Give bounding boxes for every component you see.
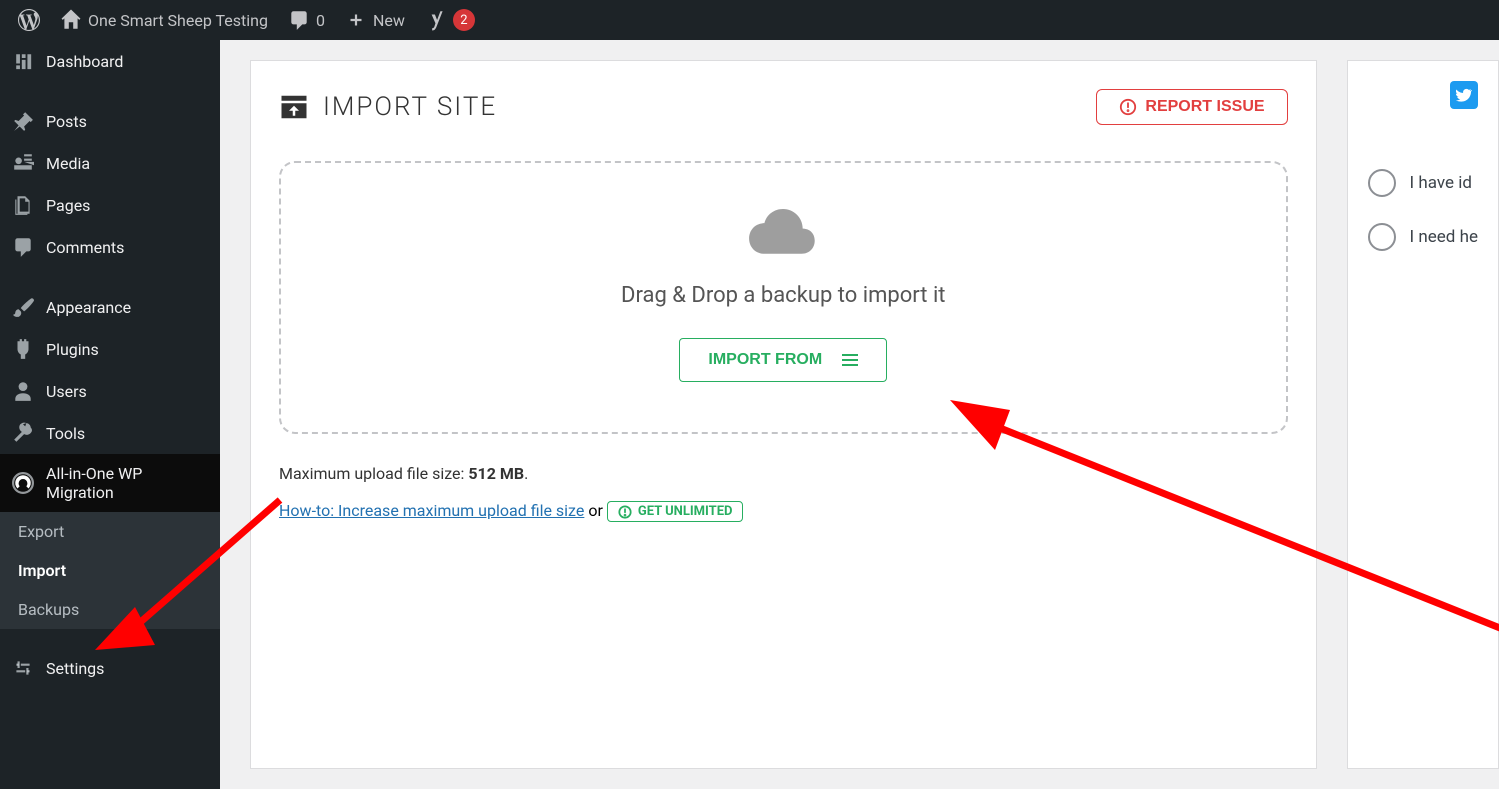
users-icon xyxy=(12,380,34,402)
twitter-icon xyxy=(1456,87,1472,103)
comment-icon xyxy=(288,9,310,31)
dashboard-icon xyxy=(12,50,34,72)
media-icon xyxy=(12,152,34,174)
menu-appearance[interactable]: Appearance xyxy=(0,286,220,328)
comments-link[interactable]: 0 xyxy=(278,0,335,40)
feedback-card: I have id I need he xyxy=(1347,60,1499,769)
plugin-icon xyxy=(12,338,34,360)
import-site-icon xyxy=(279,92,309,122)
home-icon xyxy=(60,9,82,31)
menu-settings[interactable]: Settings xyxy=(0,647,220,689)
alert-icon xyxy=(1119,98,1137,116)
twitter-button[interactable] xyxy=(1450,81,1478,109)
drop-instruction: Drag & Drop a backup to import it xyxy=(301,283,1266,308)
wp-logo[interactable] xyxy=(8,0,50,40)
ai1wm-icon xyxy=(12,472,34,494)
menu-dashboard[interactable]: Dashboard xyxy=(0,40,220,82)
import-card: IMPORT SITE REPORT ISSUE Drag & Drop a b… xyxy=(250,60,1317,769)
import-from-button[interactable]: IMPORT FROM xyxy=(679,338,887,382)
yoast-icon xyxy=(425,9,447,31)
menu-pages[interactable]: Pages xyxy=(0,184,220,226)
info-icon xyxy=(618,505,632,519)
notification-badge: 2 xyxy=(453,9,475,31)
feedback-option-1[interactable]: I have id xyxy=(1368,169,1478,197)
submenu-import[interactable]: Import xyxy=(0,551,220,590)
report-issue-button[interactable]: REPORT ISSUE xyxy=(1096,89,1287,125)
settings-icon xyxy=(12,657,34,679)
menu-ai1wm[interactable]: All-in-One WP Migration xyxy=(0,454,220,512)
admin-sidebar: Dashboard Posts Media Pages Comments App… xyxy=(0,40,220,789)
site-name-link[interactable]: One Smart Sheep Testing xyxy=(50,0,278,40)
yoast-link[interactable]: 2 xyxy=(415,0,485,40)
hamburger-icon xyxy=(842,351,858,369)
new-link[interactable]: New xyxy=(335,0,415,40)
menu-comments[interactable]: Comments xyxy=(0,226,220,268)
dropzone[interactable]: Drag & Drop a backup to import it IMPORT… xyxy=(279,161,1288,434)
radio-icon xyxy=(1368,223,1396,251)
brush-icon xyxy=(12,296,34,318)
submenu-backups[interactable]: Backups xyxy=(0,590,220,629)
site-name-text: One Smart Sheep Testing xyxy=(88,11,268,30)
pin-icon xyxy=(12,110,34,132)
max-upload-size: Maximum upload file size: 512 MB. xyxy=(279,464,1288,483)
comment-count: 0 xyxy=(316,11,325,30)
howto-row: How-to: Increase maximum upload file siz… xyxy=(279,501,1288,522)
menu-media[interactable]: Media xyxy=(0,142,220,184)
tools-icon xyxy=(12,422,34,444)
menu-users[interactable]: Users xyxy=(0,370,220,412)
cloud-upload-icon xyxy=(748,203,818,263)
new-label: New xyxy=(373,11,405,30)
menu-posts[interactable]: Posts xyxy=(0,100,220,142)
page-title: IMPORT SITE xyxy=(279,92,497,122)
wordpress-icon xyxy=(18,9,40,31)
admin-bar: One Smart Sheep Testing 0 New 2 xyxy=(0,0,1499,40)
content-area: IMPORT SITE REPORT ISSUE Drag & Drop a b… xyxy=(220,40,1499,789)
radio-icon xyxy=(1368,169,1396,197)
feedback-option-2[interactable]: I need he xyxy=(1368,223,1478,251)
menu-tools[interactable]: Tools xyxy=(0,412,220,454)
menu-plugins[interactable]: Plugins xyxy=(0,328,220,370)
submenu-export[interactable]: Export xyxy=(0,512,220,551)
comments-icon xyxy=(12,236,34,258)
pages-icon xyxy=(12,194,34,216)
ai1wm-submenu: Export Import Backups xyxy=(0,512,220,629)
howto-link[interactable]: How-to: Increase maximum upload file siz… xyxy=(279,501,584,520)
get-unlimited-button[interactable]: GET UNLIMITED xyxy=(607,501,744,522)
plus-icon xyxy=(345,9,367,31)
